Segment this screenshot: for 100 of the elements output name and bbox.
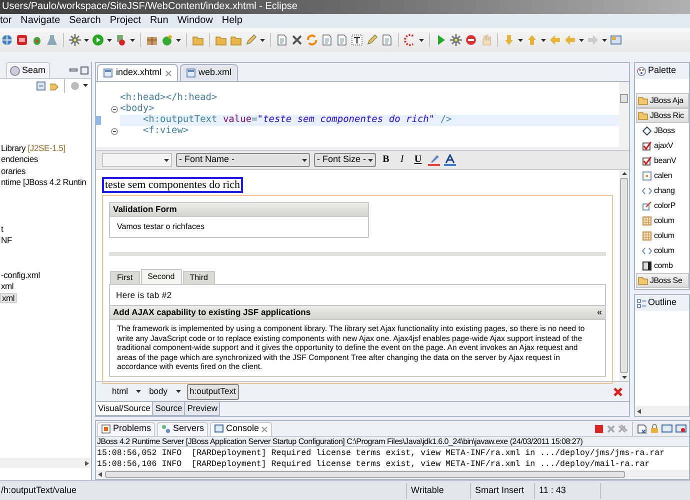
caret-icon[interactable] (84, 38, 89, 42)
breadcrumb-item[interactable]: body (147, 384, 170, 400)
document-icon[interactable] (276, 34, 288, 46)
palette-item[interactable]: beanV (636, 153, 689, 168)
remove-icon[interactable] (606, 424, 616, 434)
tree-item[interactable]: NF (0, 236, 13, 244)
menu-item[interactable]: Project (110, 16, 141, 26)
right-arrow-icon[interactable] (85, 460, 89, 466)
square-logo-icon[interactable] (16, 34, 28, 46)
menu-item[interactable]: Navigate (20, 16, 60, 26)
panel-tab[interactable]: Seam (6, 62, 50, 78)
tree-item[interactable]: t (0, 224, 4, 233)
caret-icon[interactable] (260, 38, 265, 42)
palette-group[interactable]: JBoss Ric (636, 108, 689, 123)
left-arrow-icon[interactable] (637, 408, 641, 414)
tab[interactable]: First (110, 271, 140, 284)
left-arrow-icon[interactable] (98, 472, 102, 477)
menu-item[interactable]: tor (0, 16, 12, 26)
font-size-dropdown[interactable]: - Font Size - (314, 153, 376, 167)
menu-item[interactable]: Help (222, 16, 242, 26)
format-button[interactable]: I (396, 153, 408, 167)
dotted-arc-icon[interactable] (404, 34, 416, 46)
scrollbar[interactable] (96, 470, 689, 479)
down-arrow-icon[interactable] (622, 376, 626, 379)
panel-tab[interactable]: Palette (635, 63, 689, 79)
caret-icon[interactable] (83, 84, 88, 87)
document-icon[interactable] (336, 34, 348, 46)
up-arrow-icon[interactable] (622, 172, 626, 175)
close-icon[interactable] (261, 426, 268, 432)
tab[interactable]: Third (182, 271, 215, 284)
palette-item[interactable]: colorP (636, 198, 689, 213)
globe-icon[interactable] (1, 34, 13, 46)
view-tab[interactable]: Preview (185, 402, 220, 416)
panel-tab[interactable]: Console (210, 422, 272, 436)
close-icon[interactable] (613, 386, 623, 396)
stop-icon[interactable] (465, 34, 477, 46)
panel-tab[interactable]: Servers (157, 422, 208, 436)
caret-icon[interactable] (419, 38, 424, 42)
lock-icon[interactable] (649, 424, 659, 434)
collapse-icon[interactable] (36, 80, 46, 90)
stop-icon[interactable] (594, 424, 604, 434)
panel-tab[interactable]: Outline (635, 295, 689, 311)
caret-icon[interactable] (130, 38, 135, 42)
fold-icon[interactable] (111, 128, 118, 135)
font-name-dropdown[interactable]: - Font Name - (176, 153, 310, 167)
editor-tab[interactable]: index.xhtml (97, 64, 178, 81)
tree-item[interactable]: -config.xml (0, 270, 41, 279)
scrollbar[interactable] (619, 170, 629, 381)
tree-item[interactable]: xml (0, 282, 15, 290)
flask-icon[interactable] (46, 34, 58, 46)
caret-icon[interactable] (602, 38, 607, 42)
caret-icon[interactable] (176, 390, 180, 393)
text-box-icon[interactable] (351, 34, 363, 46)
menu-item[interactable]: Search (69, 16, 101, 26)
palette-item[interactable]: colum (636, 228, 689, 243)
breadcrumb-item[interactable]: h:outputText (186, 384, 239, 400)
caret-icon[interactable] (518, 38, 523, 42)
palette-group[interactable]: JBoss Aja (636, 93, 689, 108)
palette-group[interactable]: JBoss Se (636, 273, 689, 288)
fold-icon[interactable] (111, 106, 118, 113)
caret-icon[interactable] (136, 390, 142, 393)
monitor-icon[interactable] (661, 424, 673, 434)
tree-item[interactable]: ntime [JBoss 4.2 Runtin (0, 178, 88, 186)
caret-icon[interactable] (541, 38, 546, 42)
font-color-icon[interactable] (444, 154, 456, 166)
palette-item[interactable]: JBoss (636, 123, 689, 138)
output-text[interactable]: teste sem componentes do rich (102, 177, 244, 193)
view-tab[interactable]: Visual/Source (96, 402, 154, 416)
panel-header[interactable]: Add AJAX capability to existing JSF applications « (110, 305, 605, 320)
maximize-icon[interactable] (80, 66, 89, 74)
package-icon[interactable] (146, 34, 158, 46)
document-icon[interactable] (381, 34, 393, 46)
perspective-icon[interactable] (610, 34, 622, 46)
editor-tab[interactable]: web.xml (180, 64, 238, 81)
tree-item[interactable]: endencies (0, 155, 39, 164)
run-triangle-icon[interactable] (435, 34, 447, 46)
folder-icon[interactable] (215, 34, 227, 46)
palette-item[interactable]: comb (636, 258, 689, 273)
close-icon[interactable] (164, 70, 172, 76)
panel-tab[interactable]: Problems (97, 422, 156, 436)
folder-icon[interactable] (192, 34, 204, 46)
caret-icon[interactable] (107, 38, 112, 42)
document-icon[interactable] (321, 34, 333, 46)
clear-icon[interactable] (637, 424, 647, 434)
tree-item[interactable]: Library [J2SE-1.5] (0, 144, 66, 152)
tree-item[interactable]: oraries (0, 166, 27, 175)
palette-item[interactable]: ajaxV (636, 138, 689, 153)
tree-item[interactable]: xml (0, 292, 17, 303)
minimize-icon[interactable] (69, 66, 78, 74)
menu-item[interactable]: Window (177, 16, 213, 26)
tab[interactable]: Second (140, 269, 182, 284)
breadcrumb-item[interactable]: html (110, 384, 130, 400)
collapse-toggle[interactable]: « (596, 308, 602, 317)
palette-item[interactable]: colum (636, 213, 689, 228)
caret-icon[interactable] (579, 38, 584, 42)
scrollbar[interactable] (0, 458, 91, 468)
monitor-icon[interactable] (675, 424, 687, 434)
highlighter-icon[interactable] (428, 154, 440, 166)
folder-icon[interactable] (230, 34, 242, 46)
format-button[interactable]: U (412, 153, 424, 167)
